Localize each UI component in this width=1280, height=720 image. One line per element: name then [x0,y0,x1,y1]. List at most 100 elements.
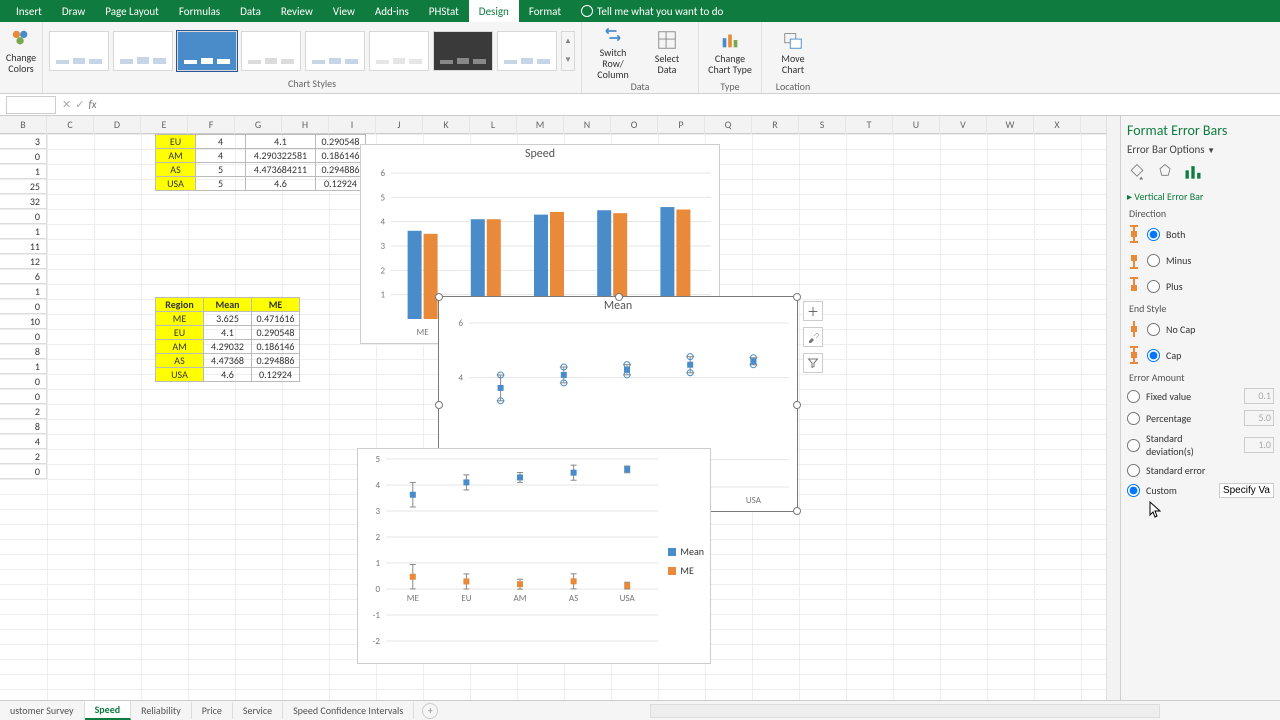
col-header-C[interactable]: C [47,116,94,134]
resize-handle-se[interactable] [793,507,801,515]
chart-style-8[interactable] [497,31,557,71]
chart-style-7[interactable] [433,31,493,71]
chart-style-2[interactable] [113,31,173,71]
cell-b[interactable]: 4 [0,434,47,449]
cell-b[interactable]: 3 [0,134,47,149]
cell-b[interactable]: 0 [0,149,47,164]
chart-brush-button[interactable] [803,327,823,347]
select-data-button[interactable]: Select Data [642,24,692,80]
tab-view[interactable]: View [323,0,365,22]
sheet-tab-price[interactable]: Price [192,702,233,719]
cell-b[interactable]: 0 [0,299,47,314]
col-header-W[interactable]: W [987,116,1034,134]
col-header-M[interactable]: M [517,116,564,134]
end-cap-radio[interactable] [1147,349,1160,362]
cell-b[interactable]: 0 [0,389,47,404]
col-header-F[interactable]: F [188,116,235,134]
cell-b[interactable]: 12 [0,254,47,269]
col-header-S[interactable]: S [799,116,846,134]
cell-b[interactable]: 8 [0,419,47,434]
chart-style-1[interactable] [49,31,109,71]
add-sheet-button[interactable]: + [422,703,438,719]
cell-b[interactable]: 1 [0,359,47,374]
sheet-tab-customer-survey[interactable]: ustomer Survey [0,702,85,719]
cell-b[interactable]: 0 [0,374,47,389]
vertical-error-bar-header[interactable]: ▸ Vertical Error Bar [1127,190,1274,203]
chart-style-5[interactable] [305,31,365,71]
col-header-J[interactable]: J [376,116,423,134]
tab-review[interactable]: Review [271,0,323,22]
move-chart-button[interactable]: Move Chart [768,24,818,80]
sheet-tab-reliability[interactable]: Reliability [131,702,192,719]
col-header-G[interactable]: G [235,116,282,134]
fx-icon[interactable]: fx [88,98,96,111]
cell-b[interactable]: 2 [0,404,47,419]
tab-data[interactable]: Data [230,0,271,22]
col-header-U[interactable]: U [893,116,940,134]
cell-b[interactable]: 10 [0,314,47,329]
cell-b[interactable]: 11 [0,239,47,254]
tell-me-box[interactable]: Tell me what you want to do [581,5,723,18]
switch-row-column-button[interactable]: Switch Row/ Column [588,24,638,80]
col-header-O[interactable]: O [611,116,658,134]
col-header-H[interactable]: H [282,116,329,134]
sheet-tab-speed-ci[interactable]: Speed Confidence Intervals [283,702,414,719]
amount-fixed-radio[interactable] [1127,390,1140,403]
cell-b[interactable]: 32 [0,194,47,209]
chart-style-6[interactable] [369,31,429,71]
resize-handle-nw[interactable] [435,293,443,301]
col-header-N[interactable]: N [564,116,611,134]
col-header-K[interactable]: K [423,116,470,134]
tab-phstat[interactable]: PHStat [419,0,469,22]
amount-se-radio[interactable] [1127,464,1140,477]
specify-value-button[interactable]: Specify Va [1219,483,1274,498]
effects-icon[interactable] [1155,162,1175,182]
amount-pct-radio[interactable] [1127,412,1140,425]
col-header-Q[interactable]: Q [705,116,752,134]
cell-b[interactable]: 25 [0,179,47,194]
vertical-scrollbar[interactable] [1106,116,1120,700]
formula-input[interactable] [103,96,1280,114]
resize-handle-ne[interactable] [793,293,801,301]
tab-formulas[interactable]: Formulas [169,0,230,22]
cell-b[interactable]: 8 [0,344,47,359]
chart-style-more[interactable]: ▲ ▼ [561,31,575,71]
col-header-P[interactable]: P [658,116,705,134]
horizontal-scrollbar[interactable] [650,704,1160,718]
amount-pct-value[interactable]: 5.0 [1244,410,1274,426]
cell-b[interactable]: 0 [0,209,47,224]
chart-style-4[interactable] [241,31,301,71]
cell-b[interactable]: 0 [0,464,47,479]
col-header-B[interactable]: B [0,116,47,134]
col-header-X[interactable]: X [1034,116,1081,134]
cell-b[interactable]: 6 [0,269,47,284]
cell-b[interactable]: 1 [0,164,47,179]
resize-handle-e[interactable] [793,401,801,409]
col-header-R[interactable]: R [752,116,799,134]
amount-custom-radio[interactable] [1127,484,1140,497]
cell-b[interactable]: 2 [0,449,47,464]
direction-both-radio[interactable] [1147,228,1160,241]
cell-b[interactable]: 1 [0,224,47,239]
tab-design[interactable]: Design [469,0,519,22]
tab-insert[interactable]: Insert [6,0,52,22]
col-header-I[interactable]: I [329,116,376,134]
chart-filter-button[interactable] [803,353,823,373]
end-nocap-radio[interactable] [1147,323,1160,336]
chart-meanme[interactable]: -2-1012345MEEUAMASUSA Mean ME [357,448,711,664]
col-header-T[interactable]: T [846,116,893,134]
cancel-icon[interactable]: ✕ [62,98,71,111]
name-box[interactable] [6,96,56,114]
cell-b[interactable]: 1 [0,284,47,299]
amount-std-radio[interactable] [1127,439,1140,452]
tab-format[interactable]: Format [519,0,571,22]
direction-plus-radio[interactable] [1147,280,1160,293]
col-header-L[interactable]: L [470,116,517,134]
amount-std-value[interactable]: 1.0 [1244,437,1274,453]
amount-fixed-value[interactable]: 0.1 [1244,388,1274,404]
tab-addins[interactable]: Add-ins [365,0,419,22]
direction-minus-radio[interactable] [1147,254,1160,267]
chart-plus-button[interactable]: ＋ [803,301,823,321]
cell-b[interactable]: 0 [0,329,47,344]
sheet-tab-service[interactable]: Service [233,702,283,719]
